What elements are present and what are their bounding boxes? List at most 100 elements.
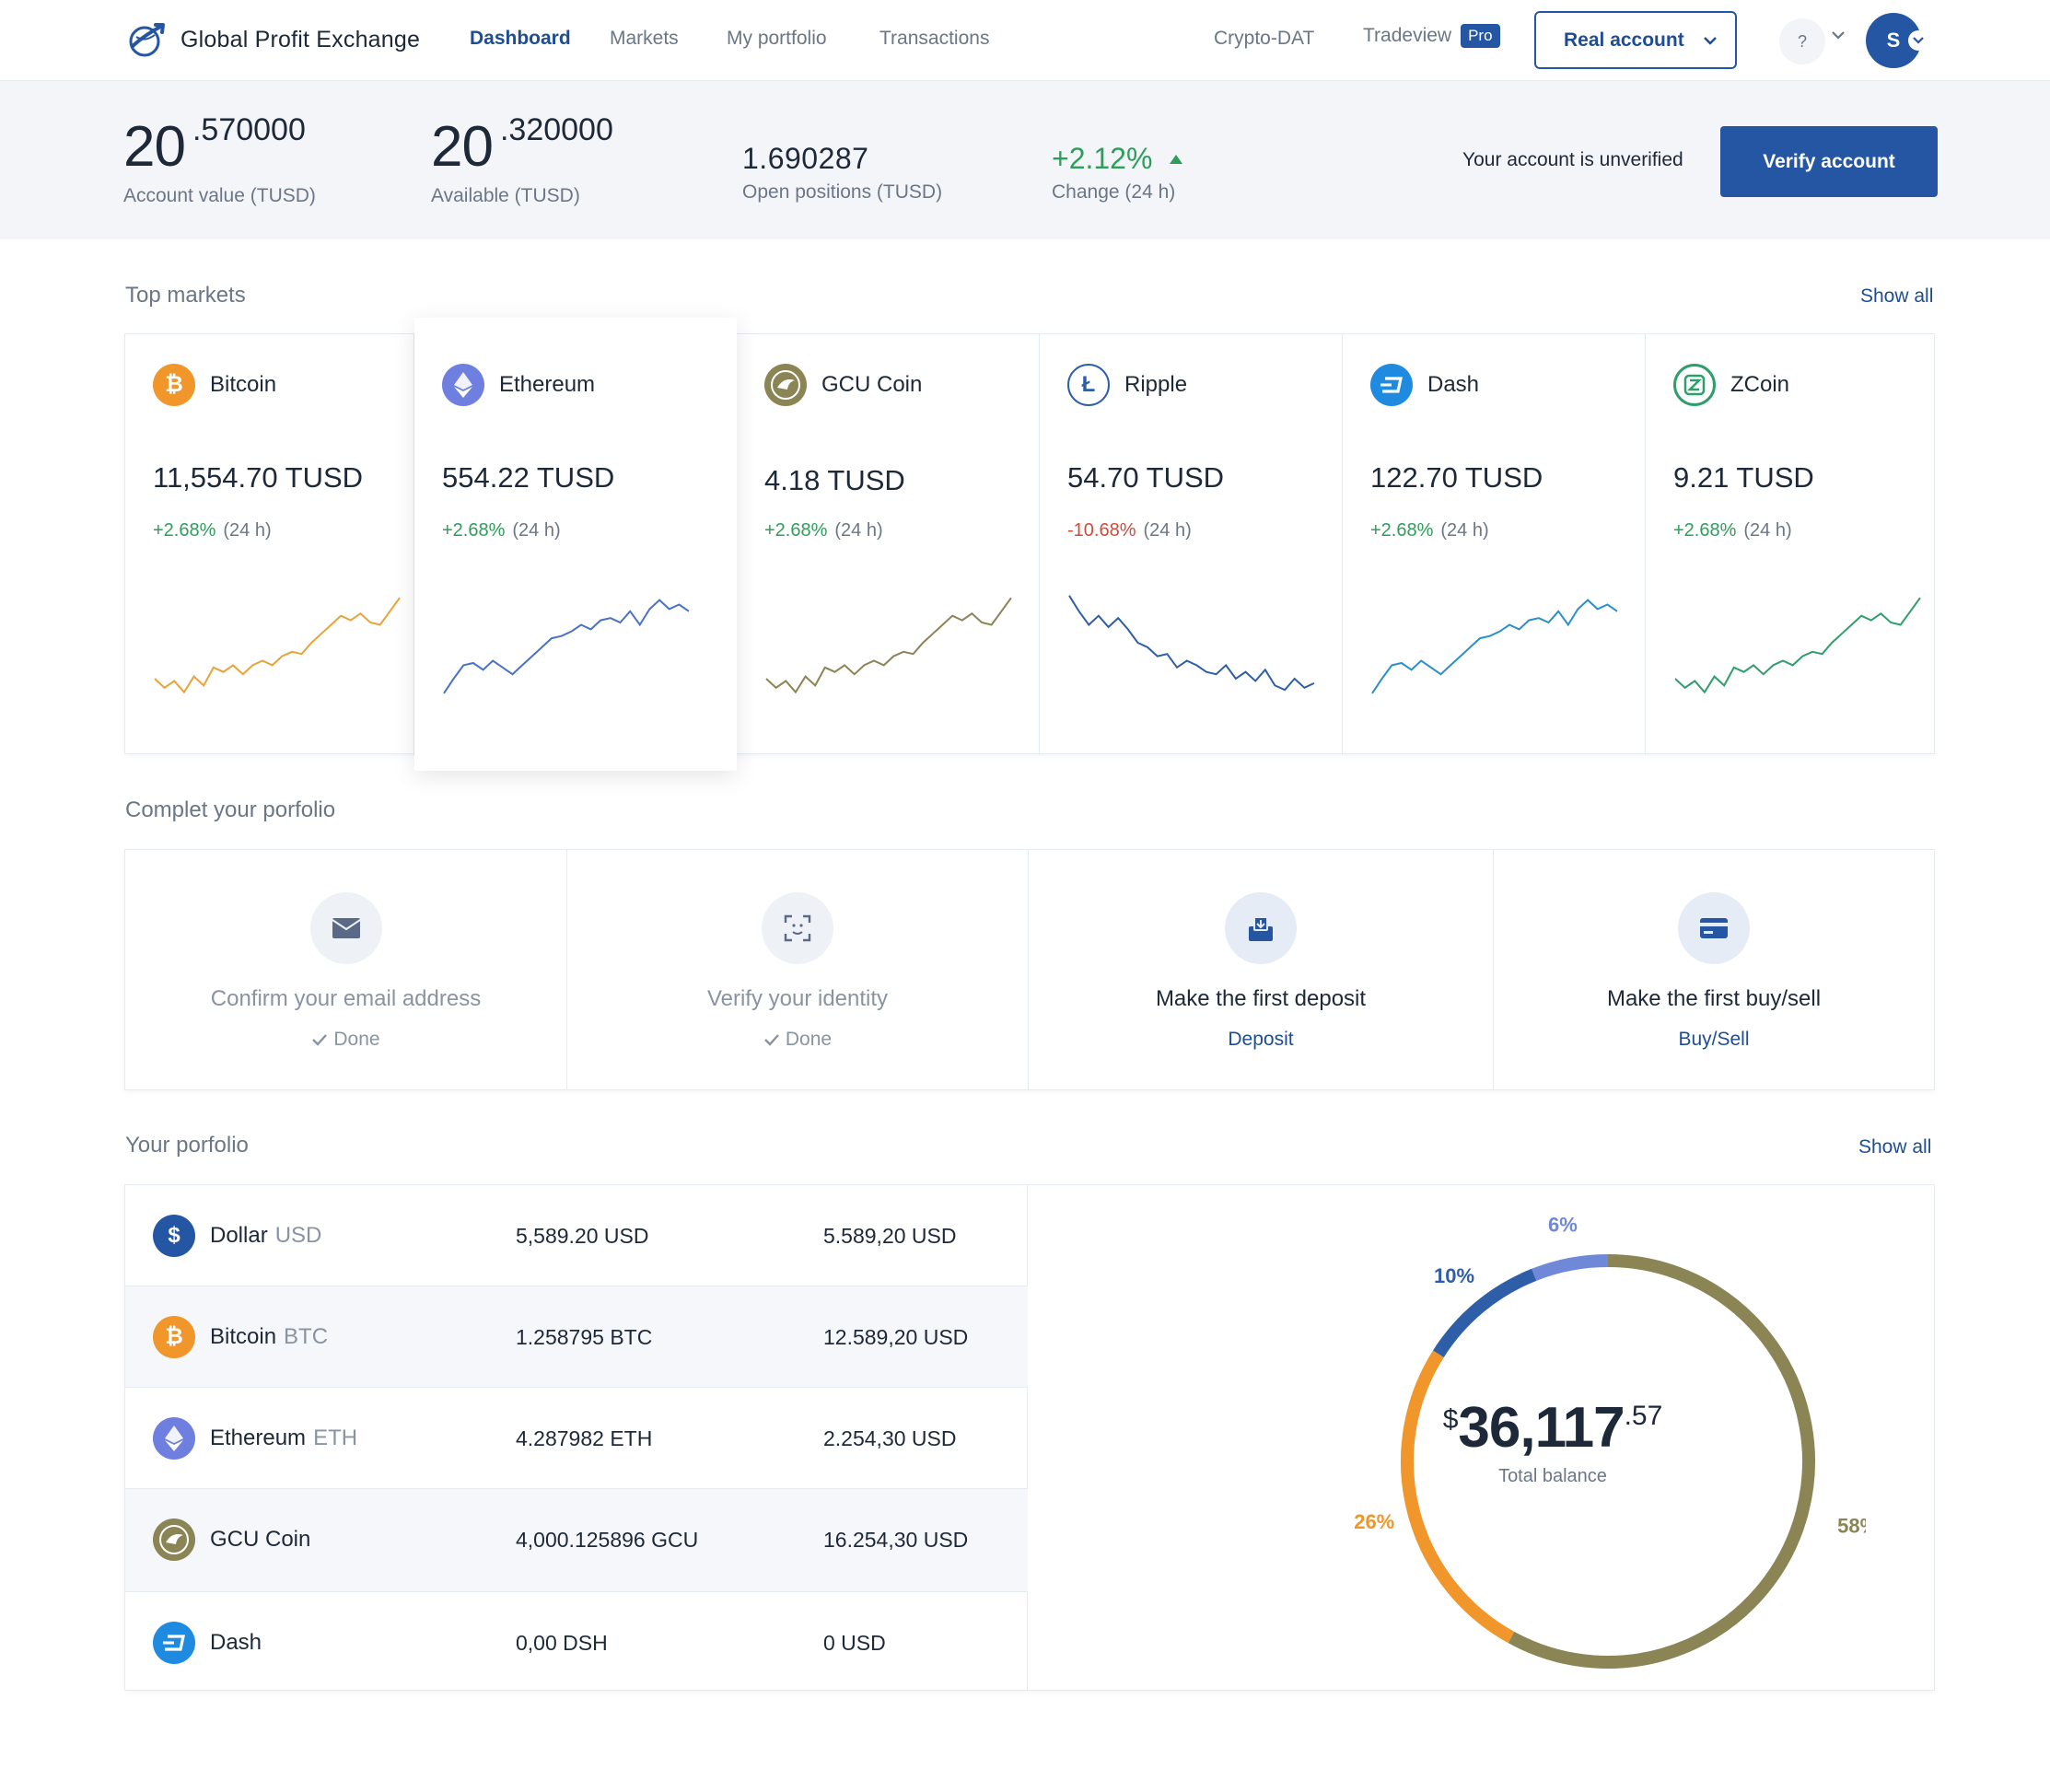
asset-name: ₿ Bitcoin BTC [153, 1316, 328, 1358]
verify-account-button[interactable]: Verify account [1720, 126, 1938, 197]
avatar-menu-toggle[interactable] [1908, 30, 1928, 51]
chevron-down-icon[interactable] [1831, 29, 1846, 41]
market-sparkline [154, 597, 401, 694]
asset-amount: 4,000.125896 GCU [516, 1528, 699, 1552]
market-change-period: (24 h) [1143, 520, 1192, 541]
market-change-period: (24 h) [1743, 520, 1792, 541]
step-status: Done [567, 1029, 1028, 1051]
step-first-deposit: Make the first deposit Deposit [1029, 850, 1494, 1089]
sparkline-path [1068, 595, 1315, 692]
market-card-ripple[interactable]: Ł Ripple 54.70 TUSD -10.68% (24 h) [1040, 334, 1343, 755]
sparkline-path [443, 599, 690, 694]
change-label: Change (24 h) [1052, 181, 1176, 203]
step-status-label: Done [785, 1029, 833, 1050]
account-value-int: 20 [123, 115, 186, 179]
brand-logo[interactable]: Global Profit Exchange [125, 18, 420, 61]
table-row[interactable]: Dash 0,00 DSH 0 USD [125, 1592, 1028, 1690]
market-change-pct: +2.68% [764, 520, 828, 541]
your-portfolio-title: Your porfolio [125, 1133, 249, 1158]
card-icon [1678, 892, 1750, 964]
market-card-zcoin[interactable]: ZCoin 9.21 TUSD +2.68% (24 h) [1646, 334, 1934, 755]
checkmark-icon [312, 1034, 328, 1046]
market-change-period: (24 h) [1440, 520, 1489, 541]
market-change-period: (24 h) [223, 520, 272, 541]
asset-label: Dollar [210, 1223, 268, 1248]
pro-badge: Pro [1461, 24, 1500, 48]
market-change-pct: +2.68% [153, 520, 216, 541]
account-type-select[interactable]: Real account [1534, 11, 1737, 69]
market-card-gcu-coin[interactable]: GCU Coin 4.18 TUSD +2.68% (24 h) [737, 334, 1040, 755]
nav-markets[interactable]: Markets [610, 28, 679, 50]
top-markets-show-all[interactable]: Show all [1860, 285, 1933, 308]
table-row[interactable]: Ethereum ETH 4.287982 ETH 2.254,30 USD [125, 1388, 1028, 1489]
unverified-notice: Your account is unverified [1462, 149, 1683, 170]
market-change-period: (24 h) [512, 520, 561, 541]
market-change-pct: +2.68% [1370, 520, 1434, 541]
change-value: +2.12% [1052, 142, 1153, 175]
market-change-pct: -10.68% [1067, 520, 1136, 541]
ethereum-glyph-icon [454, 372, 472, 398]
complete-portfolio-panel: Confirm your email address Done Verify y… [124, 849, 1935, 1090]
asset-name: GCU Coin [153, 1519, 310, 1561]
available-stat: 20.320000 Available (TUSD) [431, 112, 613, 207]
asset-symbol: ETH [313, 1425, 358, 1450]
eagle-glyph-icon [771, 370, 800, 400]
donut-slice-label: 10% [1434, 1264, 1474, 1287]
market-change: -10.68% (24 h) [1067, 520, 1192, 541]
table-row[interactable]: ₿ Bitcoin BTC 1.258795 BTC 12.589,20 USD [125, 1286, 1028, 1388]
total-balance: $36,117.57 Total balance [1322, 1395, 1783, 1487]
market-price: 11,554.70 TUSD [153, 461, 364, 494]
total-balance-label: Total balance [1498, 1466, 1607, 1486]
market-name: Dash [1427, 372, 1480, 397]
open-positions-label: Open positions (TUSD) [742, 181, 943, 203]
nav-transactions[interactable]: Transactions [879, 28, 989, 50]
top-markets-panel: ₿ Bitcoin 11,554.70 TUSD +2.68% (24 h) Et… [124, 318, 1935, 771]
account-select-value: Real account [1564, 29, 1684, 51]
market-sparkline [765, 597, 1012, 694]
tradeview-label: Tradeview [1363, 25, 1452, 46]
asset-value: 0 USD [823, 1631, 886, 1655]
zcoin-icon [1673, 364, 1716, 406]
zcoin-glyph-icon [1683, 374, 1706, 396]
top-navigation-bar: Global Profit Exchange Dashboard Markets… [0, 0, 2050, 81]
market-card-head: Ethereum [442, 364, 595, 406]
portfolio-panel: $ Dollar USD 5,589.20 USD 5.589,20 USD ₿… [124, 1184, 1935, 1691]
eagle-glyph-icon [159, 1525, 189, 1554]
portfolio-show-all[interactable]: Show all [1858, 1136, 1931, 1158]
table-row[interactable]: GCU Coin 4,000.125896 GCU 16.254,30 USD [125, 1489, 1028, 1592]
sparkline-path [1371, 599, 1618, 694]
nav-dashboard[interactable]: Dashboard [470, 28, 571, 50]
chevron-down-icon [1913, 37, 1924, 44]
nav-crypto-dat[interactable]: Crypto-DAT [1214, 28, 1314, 50]
nav-tradeview[interactable]: Tradeview Pro [1363, 24, 1500, 48]
bitcoin-icon: ₿ [153, 1316, 195, 1358]
buy-sell-link[interactable]: Buy/Sell [1494, 1029, 1934, 1051]
face-scan-icon [762, 892, 833, 964]
market-change-pct: +2.68% [1673, 520, 1737, 541]
chevron-down-icon [1703, 36, 1717, 45]
asset-amount: 5,589.20 USD [516, 1224, 649, 1248]
deposit-icon [1225, 892, 1297, 964]
sparkline-path [1674, 597, 1921, 694]
market-card-dash[interactable]: Dash 122.70 TUSD +2.68% (24 h) [1343, 334, 1646, 755]
asset-name: $ Dollar USD [153, 1215, 321, 1257]
step-title: Make the first buy/sell [1606, 986, 1822, 1011]
asset-value: 5.589,20 USD [823, 1224, 957, 1248]
asset-name: Dash [153, 1622, 262, 1664]
step-title: Make the first deposit [1155, 986, 1367, 1011]
dash-icon [1370, 364, 1413, 406]
market-change: +2.68% (24 h) [153, 520, 272, 541]
market-change-pct: +2.68% [442, 520, 506, 541]
donut-slice [1532, 1254, 1609, 1281]
deposit-link[interactable]: Deposit [1029, 1029, 1493, 1051]
help-button[interactable]: ? [1779, 18, 1825, 64]
open-positions-stat: 1.690287 Open positions (TUSD) [742, 142, 942, 204]
nav-my-portfolio[interactable]: My portfolio [727, 28, 827, 50]
market-card-bitcoin[interactable]: ₿ Bitcoin 11,554.70 TUSD +2.68% (24 h) [125, 334, 414, 755]
table-row[interactable]: $ Dollar USD 5,589.20 USD 5.589,20 USD [125, 1185, 1028, 1286]
market-card-head: ₿ Bitcoin [153, 364, 276, 406]
asset-value: 16.254,30 USD [823, 1528, 969, 1552]
market-name: Ripple [1124, 372, 1188, 397]
gcu-coin-icon [764, 364, 807, 406]
market-card-ethereum[interactable]: Ethereum 554.22 TUSD +2.68% (24 h) [414, 318, 737, 771]
